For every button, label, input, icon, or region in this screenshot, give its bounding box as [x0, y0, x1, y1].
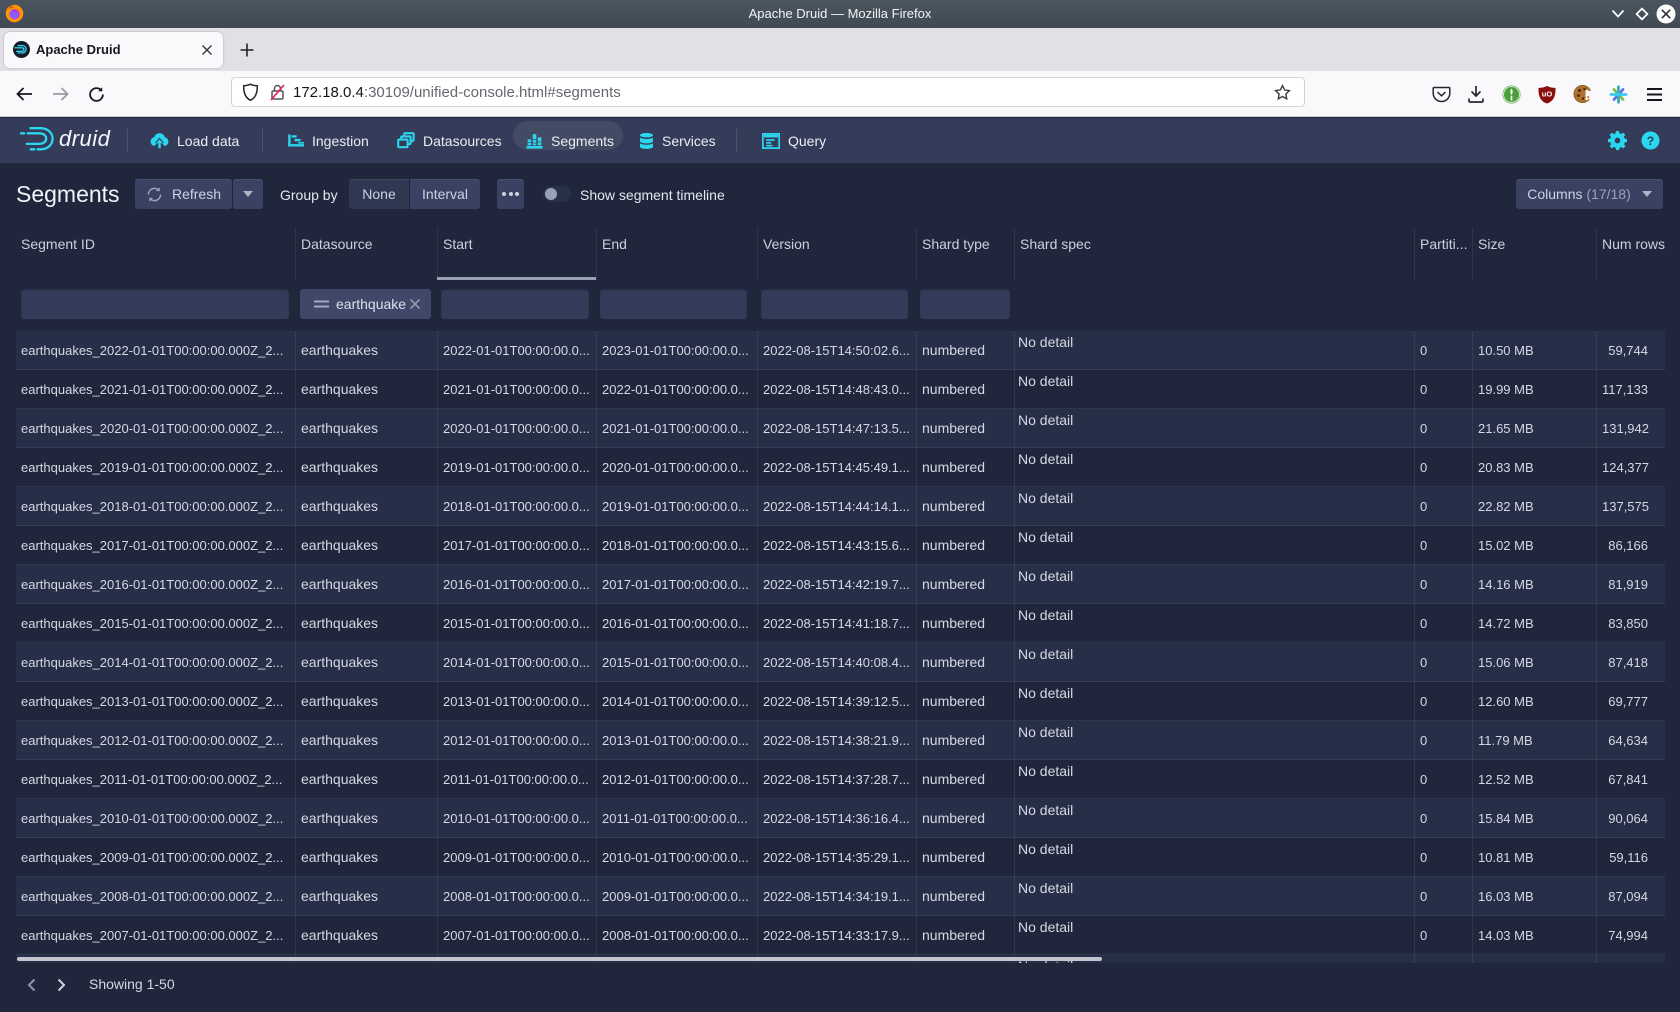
svg-text:uO: uO: [1542, 90, 1553, 99]
svg-text:?: ?: [1647, 134, 1655, 148]
